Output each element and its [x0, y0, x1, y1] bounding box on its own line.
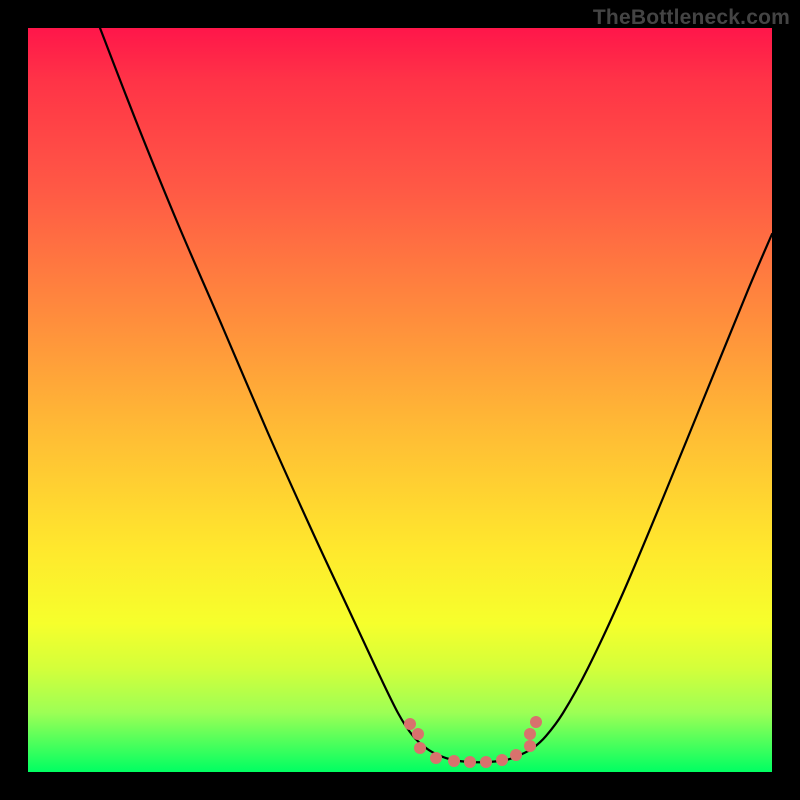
data-marker	[524, 740, 536, 752]
plot-area	[28, 28, 772, 772]
data-marker	[448, 755, 460, 767]
curve-path	[100, 28, 772, 762]
watermark-text: TheBottleneck.com	[593, 6, 790, 30]
data-marker	[480, 756, 492, 768]
data-marker	[464, 756, 476, 768]
data-marker	[404, 718, 416, 730]
data-marker	[430, 752, 442, 764]
data-marker	[524, 728, 536, 740]
curve-svg	[28, 28, 772, 772]
data-marker	[414, 742, 426, 754]
data-marker	[510, 749, 522, 761]
marker-group	[404, 716, 542, 768]
data-marker	[530, 716, 542, 728]
data-marker	[412, 728, 424, 740]
data-marker	[496, 754, 508, 766]
chart-frame: TheBottleneck.com	[0, 0, 800, 800]
